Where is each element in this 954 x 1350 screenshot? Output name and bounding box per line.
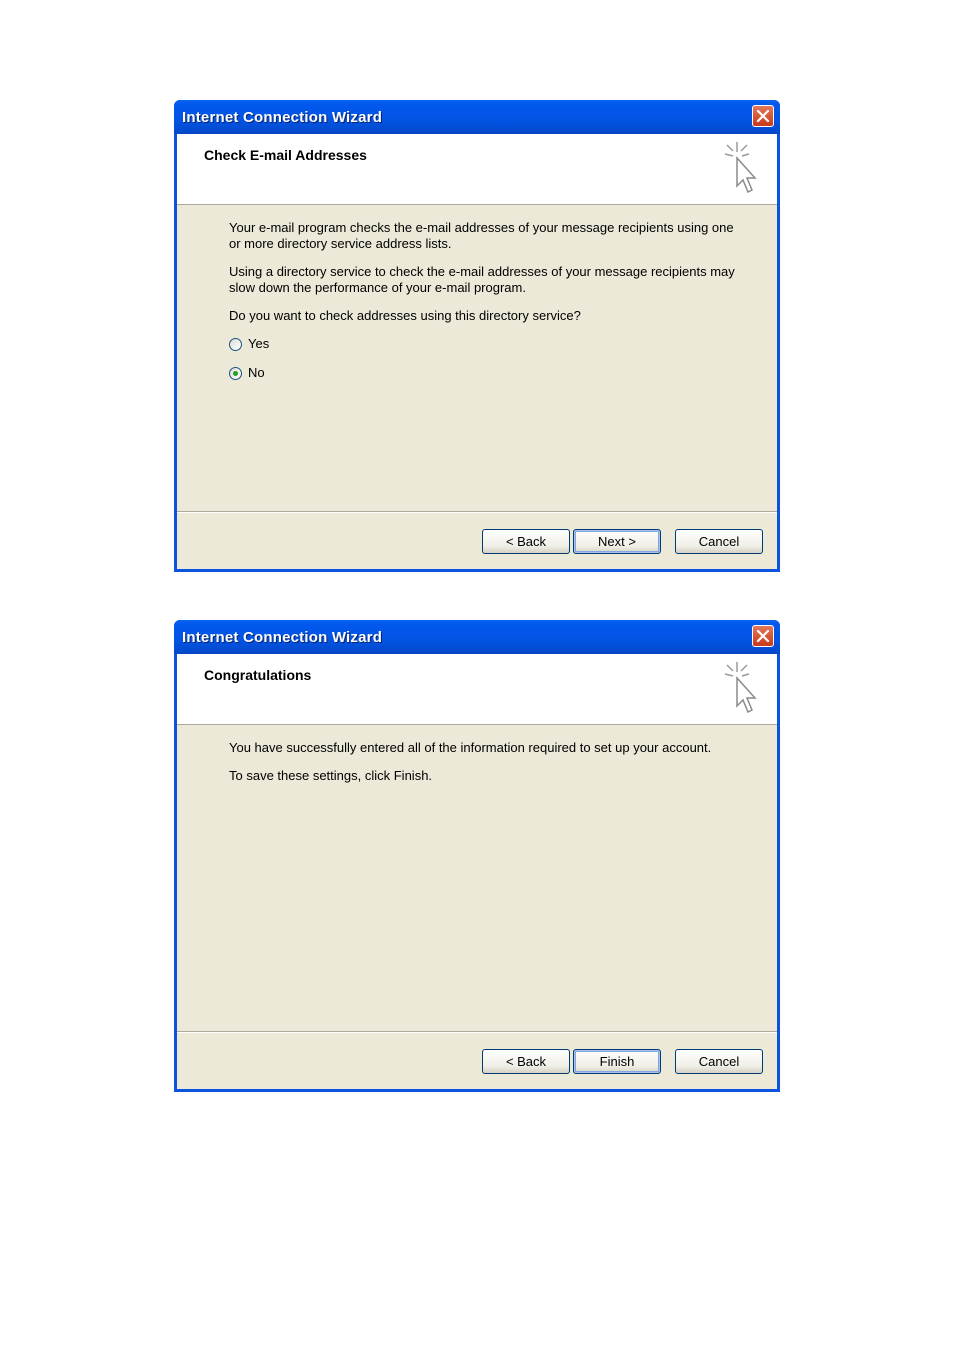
success-text: You have successfully entered all of the… [229,740,712,755]
back-button[interactable]: < Back [482,529,570,554]
wizard-content: You have successfully entered all of the… [229,740,737,796]
wizard-header: Check E-mail Addresses [177,134,777,205]
wizard-cursor-icon [724,142,757,194]
close-button[interactable] [752,625,774,647]
radio-yes[interactable]: Yes [229,336,737,356]
dialog-client-area: Congratulations You have successfully en… [177,654,777,1089]
radio-yes-button[interactable] [229,338,242,351]
close-icon [756,109,770,123]
radio-no-label[interactable]: No [248,365,265,380]
wizard-dialog-congratulations: Internet Connection Wizard Congratulatio… [174,620,780,1092]
close-icon [756,629,770,643]
wizard-cursor-icon [724,662,757,714]
footer-separator [177,511,777,513]
window-title: Internet Connection Wizard [182,629,383,646]
close-button[interactable] [752,105,774,127]
wizard-content: Your e-mail program checks the e-mail ad… [229,220,737,394]
page-title: Check E-mail Addresses [204,147,367,163]
title-bar[interactable]: Internet Connection Wizard [174,100,780,134]
next-button[interactable]: Next > [573,529,661,554]
dialog-client-area: Check E-mail Addresses Your e-mail progr… [177,134,777,569]
cancel-button[interactable]: Cancel [675,529,763,554]
question-text: Do you want to check addresses using thi… [229,308,581,323]
radio-no-button[interactable] [229,367,242,380]
footer-separator [177,1031,777,1033]
page-title: Congratulations [204,667,312,683]
back-button[interactable]: < Back [482,1049,570,1074]
title-bar[interactable]: Internet Connection Wizard [174,620,780,654]
radio-yes-label[interactable]: Yes [248,336,269,351]
radio-selected-dot [233,371,238,376]
radio-no[interactable]: No [229,365,737,385]
wizard-dialog-check-email: Internet Connection Wizard Check E-mail … [174,100,780,572]
warning-text: Using a directory service to check the e… [229,264,735,295]
description-text: Your e-mail program checks the e-mail ad… [229,220,734,251]
finish-button[interactable]: Finish [573,1049,661,1074]
wizard-header: Congratulations [177,654,777,725]
instruction-text: To save these settings, click Finish. [229,768,433,783]
window-title: Internet Connection Wizard [182,109,383,126]
cancel-button[interactable]: Cancel [675,1049,763,1074]
